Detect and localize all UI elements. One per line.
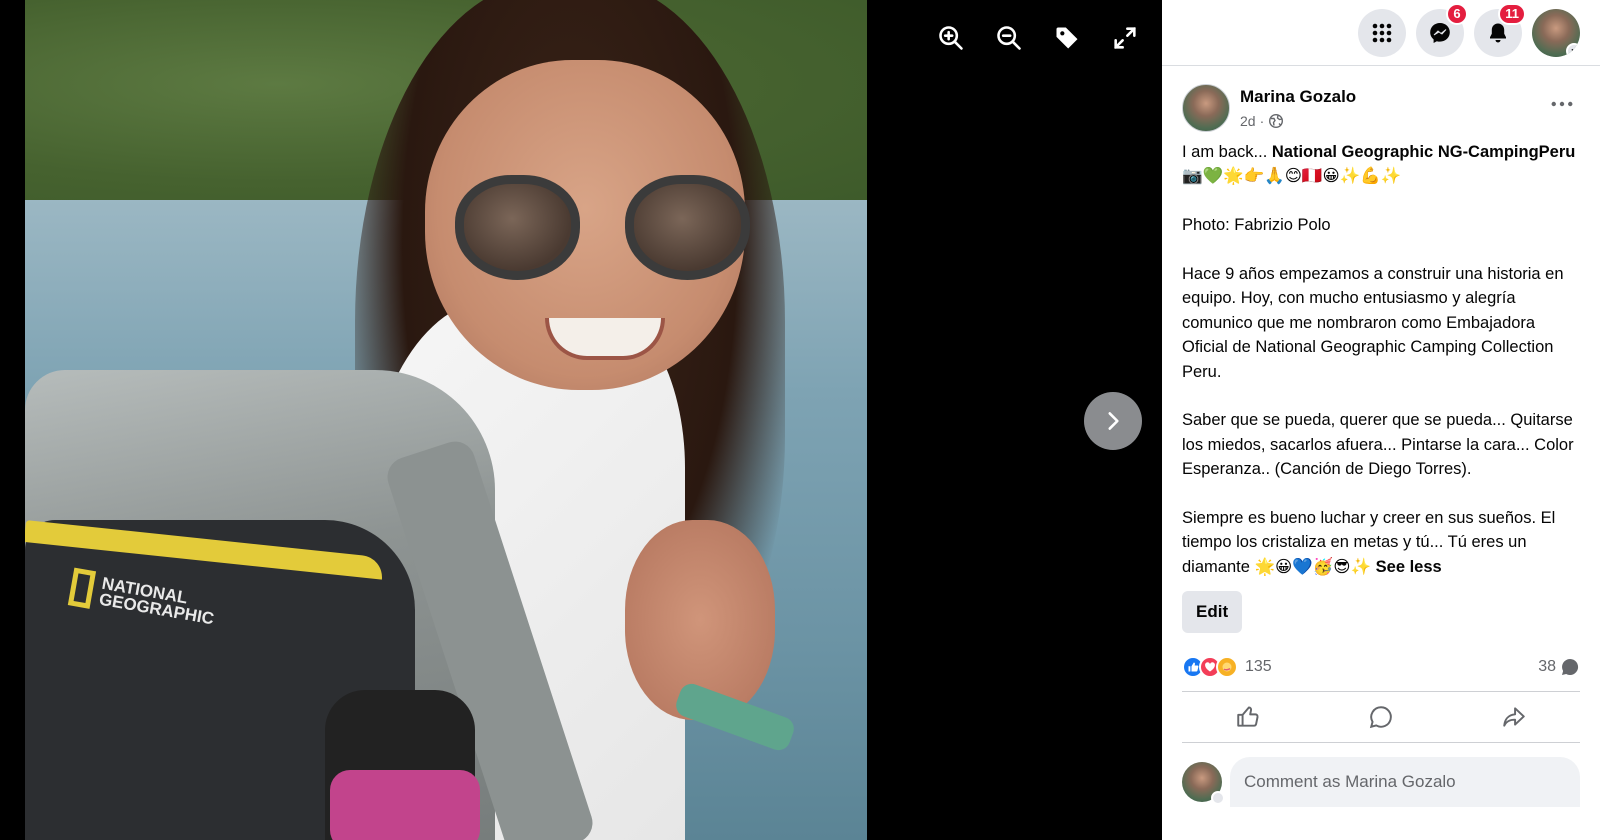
photo-sunglasses-right [625,175,750,280]
author-avatar[interactable] [1182,84,1230,132]
post-header: Marina Gozalo 2d · [1182,84,1580,132]
notifications-badge: 11 [1498,2,1526,25]
chevron-down-icon [1211,791,1225,806]
comment-bubble-icon [1562,659,1579,676]
reactions-summary[interactable]: 135 [1182,656,1272,679]
post-panel: 6 11 Marina Gozalo 2d · I am back... Nat… [1162,0,1600,840]
zoom-in-icon[interactable] [935,22,967,54]
post-meta: 2d · [1240,113,1356,129]
reaction-count: 135 [1245,658,1272,676]
comments-count[interactable]: 38 [1538,657,1580,677]
post-intro-mention[interactable]: National Geographic NG-CampingPeru [1272,143,1575,161]
comment-composer [1182,757,1580,808]
account-avatar-button[interactable] [1532,8,1580,57]
post-stats: 135 38 [1182,647,1580,687]
chevron-down-icon [1566,42,1580,57]
more-options-button[interactable] [1544,92,1580,116]
top-bar: 6 11 [1162,0,1600,66]
share-button[interactable] [1454,697,1574,737]
author-name[interactable]: Marina Gozalo [1240,87,1356,107]
post-text: I am back... National Geographic NG-Camp… [1182,140,1580,579]
post: Marina Gozalo 2d · I am back... National… [1162,66,1600,808]
post-actions [1182,691,1580,744]
thumbs-up-icon [1237,706,1259,727]
see-less-link[interactable]: See less [1376,558,1442,576]
post-paragraph-3: Saber que se pueda, querer que se pueda.… [1182,411,1574,479]
messenger-icon [1430,22,1450,43]
comment-input[interactable] [1230,757,1580,808]
share-icon [1502,707,1525,727]
post-intro-emojis: 📷💚🌟👉🙏😊🇵🇪😀✨💪✨ [1182,167,1402,186]
comment-icon [1369,706,1392,729]
tag-icon[interactable] [1051,22,1083,54]
commenter-avatar[interactable] [1182,762,1225,806]
care-reaction-icon [1216,656,1238,679]
messenger-badge: 6 [1446,2,1468,25]
comment-count-value: 38 [1538,658,1556,676]
menu-button[interactable] [1358,8,1406,57]
chevron-right-icon [1108,412,1119,430]
next-photo-button[interactable] [1084,392,1142,450]
viewer-toolbar [935,22,1141,54]
post-photo-credit: Photo: Fabrizio Polo [1182,216,1331,235]
grid-menu-icon [1372,23,1392,42]
globe-icon[interactable] [1268,113,1284,129]
post-paragraph-4-emojis: 🌟😀💙🥳😎✨ [1254,557,1376,576]
post-intro-text: I am back... [1182,143,1272,161]
post-photo: NATIONAL GEOGRAPHIC [25,0,867,840]
post-time[interactable]: 2d [1240,113,1256,129]
messenger-button[interactable]: 6 [1416,2,1468,57]
photo-sunglasses-left [455,175,580,280]
more-horizontal-icon [1551,101,1573,107]
notifications-button[interactable]: 11 [1474,2,1526,57]
post-paragraph-2: Hace 9 años empezamos a construir una hi… [1182,265,1564,381]
like-button[interactable] [1188,697,1308,737]
fullscreen-icon[interactable] [1109,22,1141,54]
photo-bottle [330,770,480,840]
zoom-out-icon[interactable] [993,22,1025,54]
photo-viewer: NATIONAL GEOGRAPHIC [0,0,1162,840]
edit-button[interactable]: Edit [1182,591,1243,634]
comment-button[interactable] [1321,697,1441,737]
